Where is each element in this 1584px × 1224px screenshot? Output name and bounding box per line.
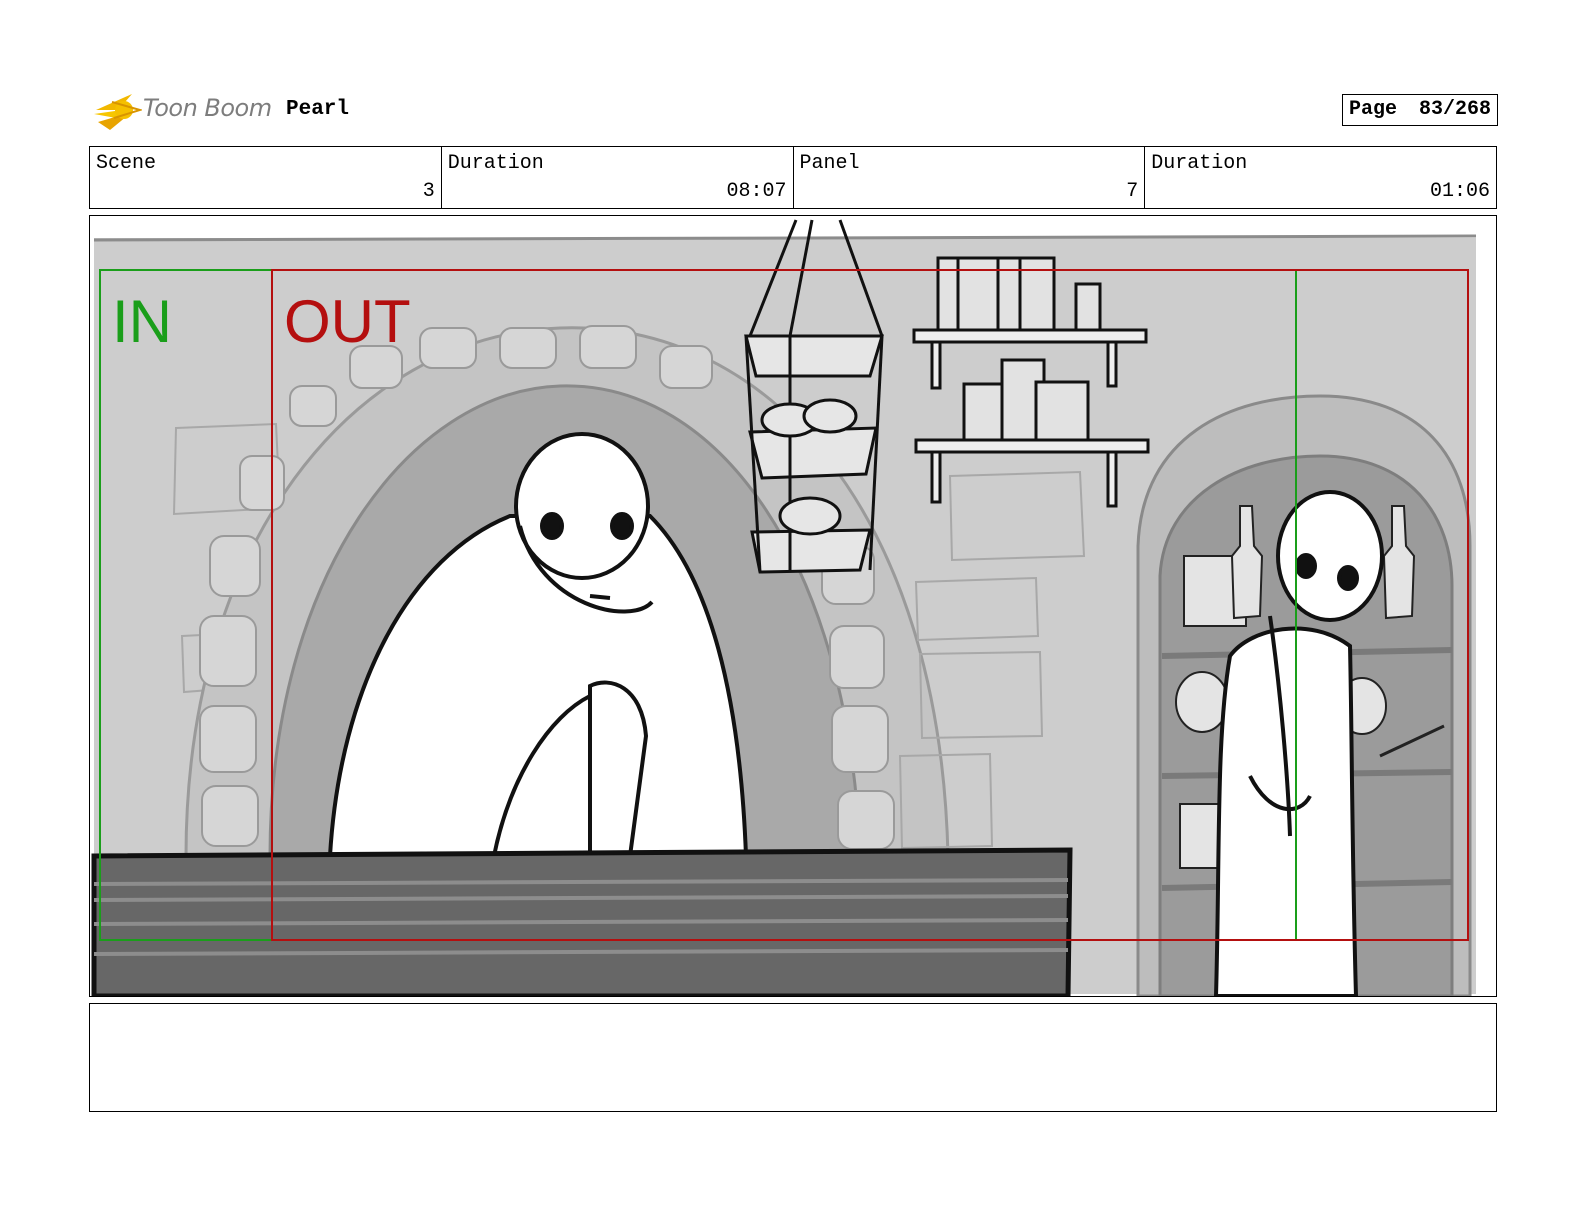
panel-duration-cell: Duration 01:06 xyxy=(1145,147,1496,208)
scene-duration-cell: Duration 08:07 xyxy=(442,147,794,208)
page-number: 83/268 xyxy=(1418,98,1491,121)
scene-duration-label: Duration xyxy=(447,152,544,175)
storyboard-panel[interactable]: IN OUT xyxy=(89,215,1497,997)
scene-value: 3 xyxy=(422,180,435,203)
out-label: OUT xyxy=(284,288,411,355)
toon-boom-logo-icon xyxy=(94,94,142,130)
panel-info-table: Scene 3 Duration 08:07 Panel 7 Duration … xyxy=(89,146,1497,209)
panel-value: 7 xyxy=(1126,180,1139,203)
counter xyxy=(91,847,1073,996)
page-label: Page xyxy=(1348,98,1397,121)
in-label: IN xyxy=(112,288,172,355)
logo-text: Toon Boom xyxy=(143,94,272,122)
panel-label: Panel xyxy=(799,152,860,175)
scene-duration-value: 08:07 xyxy=(726,180,787,203)
panel-cell: Panel 7 xyxy=(794,147,1146,208)
panel-drawing: IN OUT xyxy=(90,216,1496,996)
scene-cell: Scene 3 xyxy=(90,147,442,208)
page-indicator: Page 83/268 xyxy=(1341,94,1498,126)
panel-duration-label: Duration xyxy=(1151,152,1248,175)
project-title: Pearl xyxy=(286,98,350,121)
panel-duration-value: 01:06 xyxy=(1429,180,1490,203)
storyboard-header: Toon Boom Pearl Page 83/268 xyxy=(90,84,1498,136)
panel-caption-box[interactable] xyxy=(89,1003,1497,1112)
scene-label: Scene xyxy=(96,152,157,175)
